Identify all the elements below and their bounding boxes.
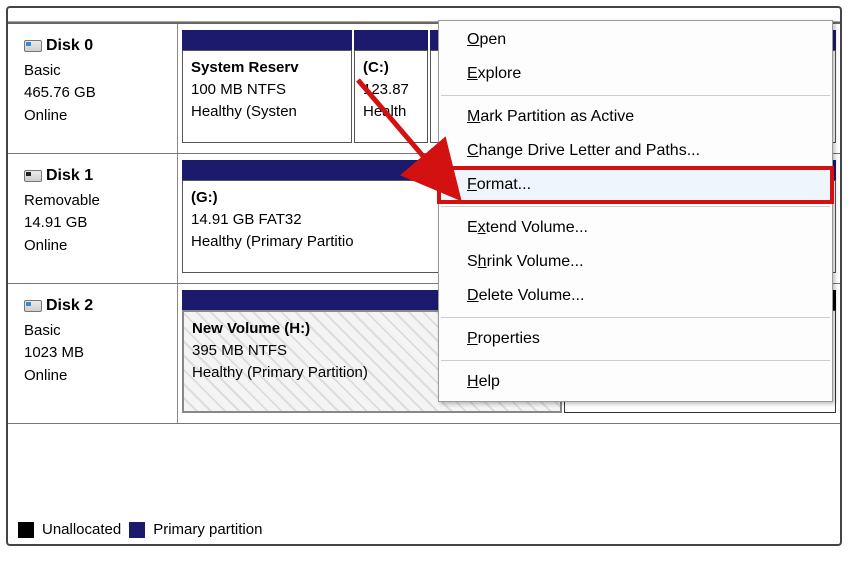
- menu-item-format[interactable]: Format...: [439, 168, 832, 202]
- context-menu: Open Explore Mark Partition as Active Ch…: [438, 20, 833, 402]
- disk-info-0: Disk 0 Basic 465.76 GB Online: [8, 24, 178, 153]
- removable-disk-icon: [24, 170, 42, 182]
- partition-c[interactable]: (C:) 123.87 Health: [354, 30, 428, 143]
- disk-type: Removable: [24, 190, 169, 213]
- menu-item-change-drive-letter[interactable]: Change Drive Letter and Paths...: [439, 134, 832, 168]
- menu-item-extend-volume[interactable]: Extend Volume...: [439, 211, 832, 245]
- disk-name: Disk 1: [46, 164, 93, 188]
- disk-icon: [24, 300, 42, 312]
- menu-item-shrink-volume[interactable]: Shrink Volume...: [439, 245, 832, 279]
- partition-system-reserved[interactable]: System Reserv 100 MB NTFS Healthy (Syste…: [182, 30, 352, 143]
- menu-item-help[interactable]: Help: [439, 365, 832, 399]
- partition-name: (C:): [363, 57, 419, 79]
- disk-management-window: Disk 0 Basic 465.76 GB Online System Res…: [6, 6, 842, 546]
- partition-body: (C:) 123.87 Health: [354, 50, 428, 143]
- disk-title-2: Disk 2: [24, 294, 93, 318]
- menu-separator: [441, 206, 830, 207]
- disk-status: Online: [24, 105, 169, 128]
- menu-separator: [441, 317, 830, 318]
- legend-swatch-unallocated: [18, 522, 34, 538]
- disk-info-2: Disk 2 Basic 1023 MB Online: [8, 284, 178, 423]
- menu-item-open[interactable]: Open: [439, 23, 832, 57]
- menu-item-delete-volume[interactable]: Delete Volume...: [439, 279, 832, 313]
- partition-header: [354, 30, 428, 50]
- disk-size: 1023 MB: [24, 342, 169, 365]
- partition-line2: 100 MB NTFS: [191, 79, 343, 101]
- disk-size: 465.76 GB: [24, 82, 169, 105]
- disk-title-1: Disk 1: [24, 164, 93, 188]
- partition-line3: Healthy (Systen: [191, 101, 343, 123]
- menu-item-mark-active[interactable]: Mark Partition as Active: [439, 100, 832, 134]
- partition-header: [182, 30, 352, 50]
- partition-name: System Reserv: [191, 57, 343, 79]
- disk-info-1: Disk 1 Removable 14.91 GB Online: [8, 154, 178, 283]
- menu-item-explore[interactable]: Explore: [439, 57, 832, 91]
- disk-type: Basic: [24, 60, 169, 83]
- legend: Unallocated Primary partition: [18, 521, 262, 538]
- disk-status: Online: [24, 365, 169, 388]
- legend-swatch-primary: [129, 522, 145, 538]
- partition-line2: 123.87: [363, 79, 419, 101]
- disk-name: Disk 2: [46, 294, 93, 318]
- menu-separator: [441, 95, 830, 96]
- menu-item-properties[interactable]: Properties: [439, 322, 832, 356]
- menu-separator: [441, 360, 830, 361]
- disk-type: Basic: [24, 320, 169, 343]
- disk-title-0: Disk 0: [24, 34, 93, 58]
- legend-primary-label: Primary partition: [153, 521, 262, 538]
- legend-unallocated-label: Unallocated: [42, 521, 121, 538]
- disk-status: Online: [24, 235, 169, 258]
- disk-size: 14.91 GB: [24, 212, 169, 235]
- disk-name: Disk 0: [46, 34, 93, 58]
- partition-body: System Reserv 100 MB NTFS Healthy (Syste…: [182, 50, 352, 143]
- partition-line3: Health: [363, 101, 419, 123]
- disk-icon: [24, 40, 42, 52]
